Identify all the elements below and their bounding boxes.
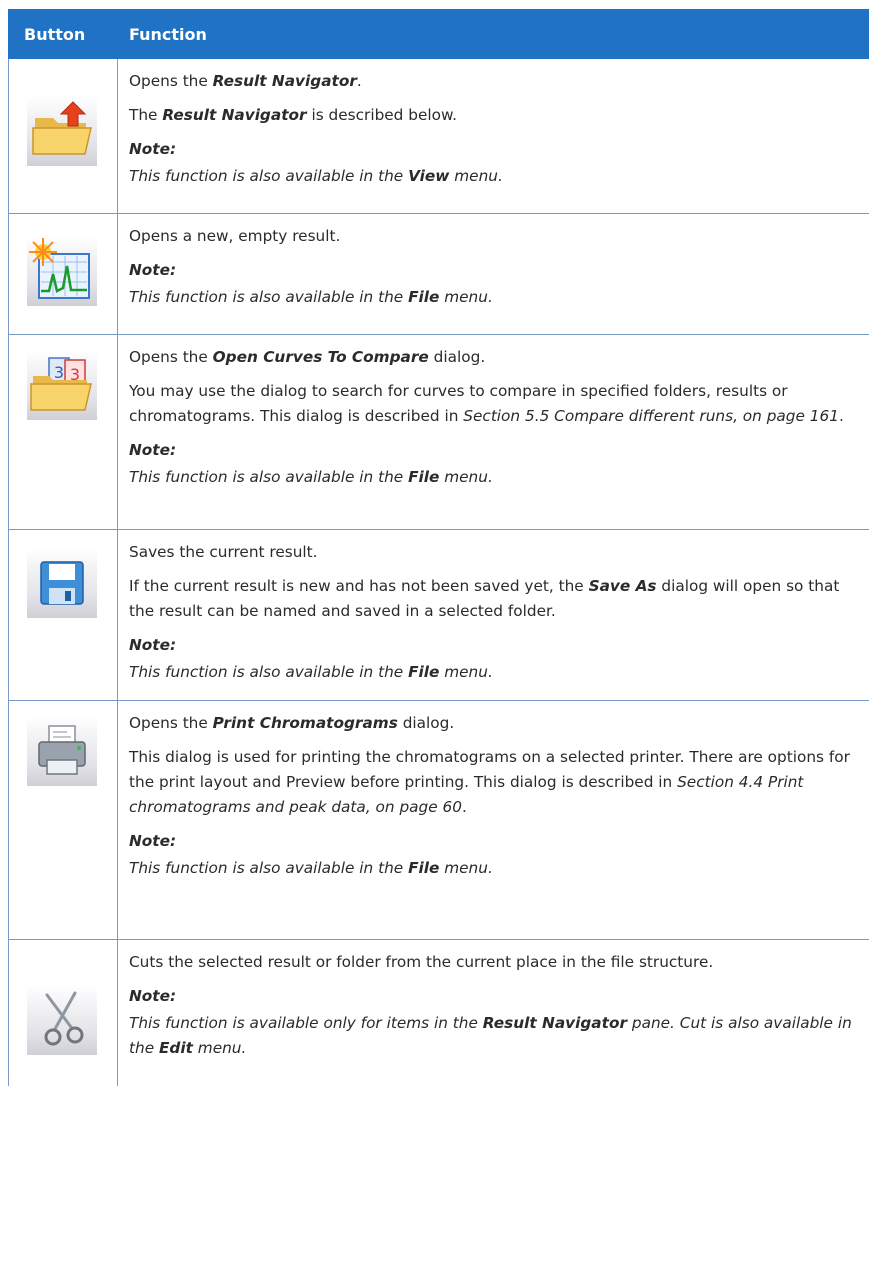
toolbar-buttons-table: Button Function Opens the Result Navigat… — [8, 9, 869, 1086]
save-floppy-icon — [27, 548, 97, 618]
table-row: Opens the Result Navigator. The Result N… — [8, 59, 869, 214]
new-result-chart-icon — [27, 236, 97, 306]
open-folder-arrow-icon — [27, 96, 97, 166]
table-row: 3 3 Opens the Open Curves To Compare dia… — [8, 335, 869, 530]
svg-text:3: 3 — [54, 363, 64, 382]
table-header: Button Function — [8, 9, 869, 59]
printer-icon — [27, 716, 97, 786]
header-button: Button — [24, 24, 86, 44]
table-row: Opens a new, empty result. Note: This fu… — [8, 214, 869, 335]
table-row: Cuts the selected result or folder from … — [8, 940, 869, 1086]
scissors-icon — [27, 985, 97, 1055]
table-row: Opens the Print Chromatograms dialog. Th… — [8, 701, 869, 940]
table-row: Saves the current result. If the current… — [8, 530, 869, 701]
header-function: Function — [129, 24, 207, 44]
compare-curves-folder-icon: 3 3 — [27, 350, 97, 420]
